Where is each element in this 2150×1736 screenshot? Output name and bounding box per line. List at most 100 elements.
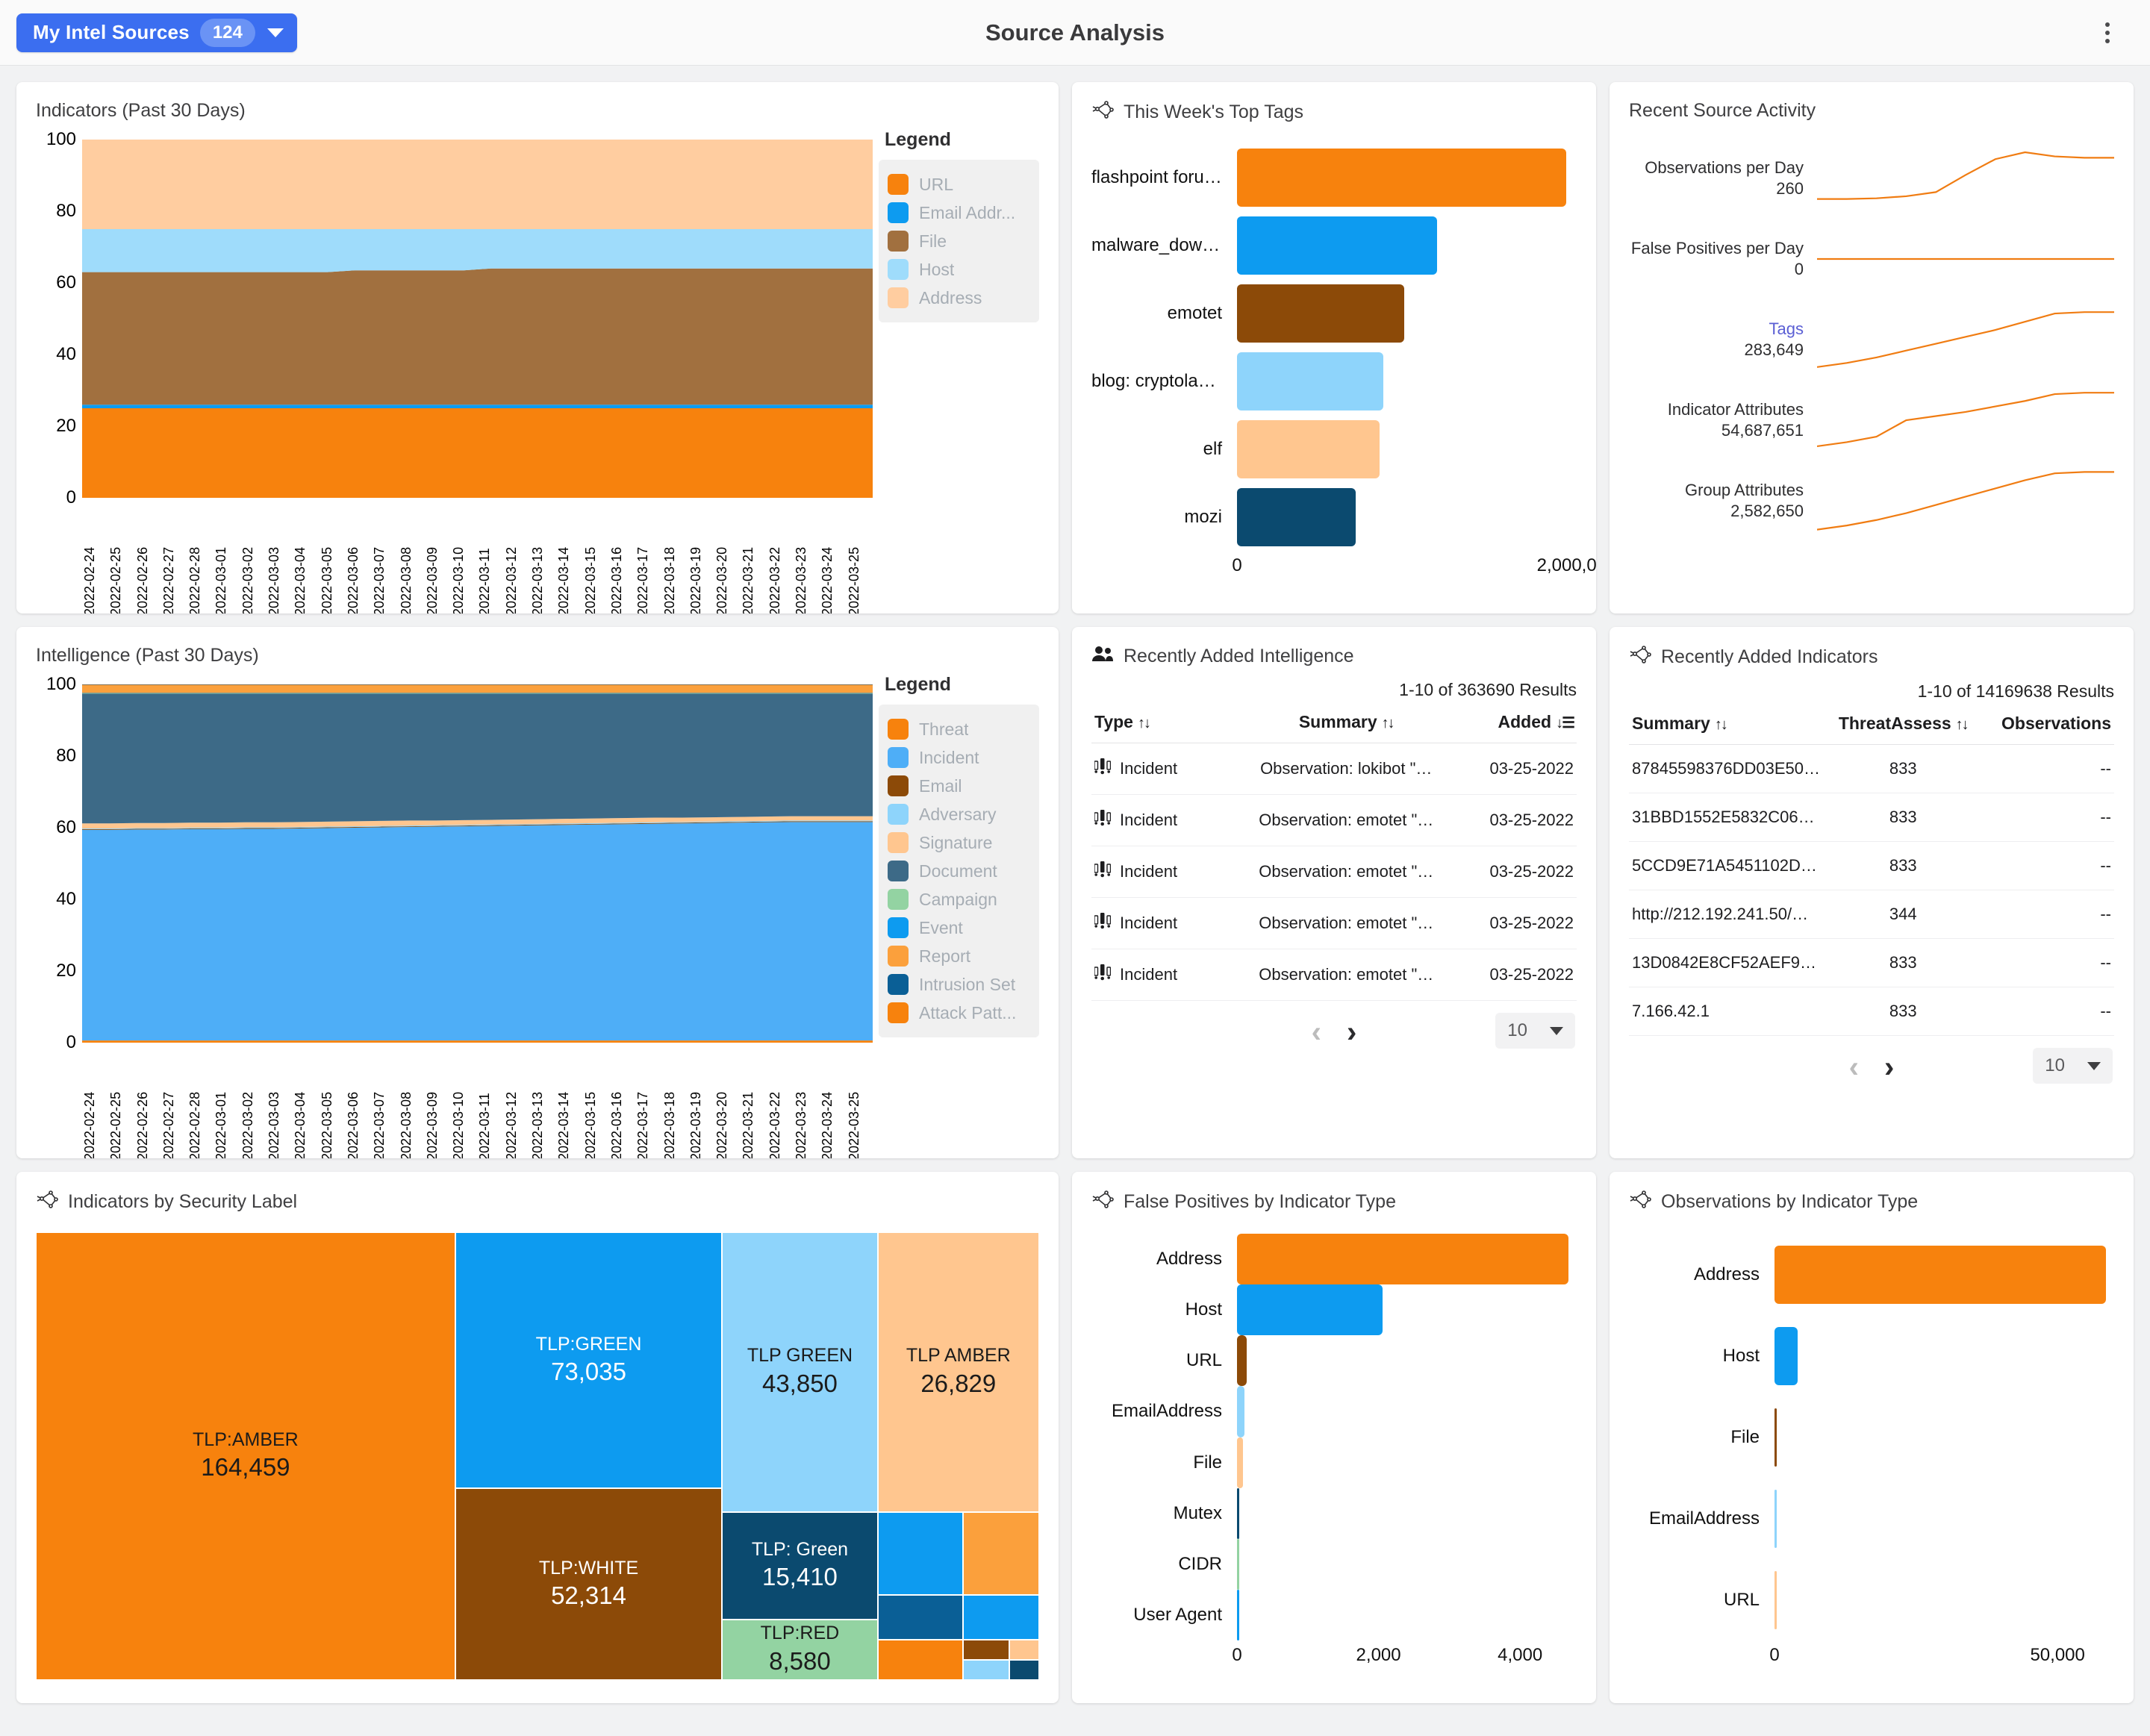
legend-item-host[interactable]: Host — [888, 255, 1030, 284]
legend-item-incident[interactable]: Incident — [888, 743, 1030, 772]
bar-fill[interactable] — [1774, 1326, 1798, 1385]
table-row[interactable]: 7.166.42.1 833 -- — [1629, 987, 2114, 1036]
table-row[interactable]: Incident Observation: emotet "… 03-25-2022 — [1091, 794, 1577, 846]
treemap-tile[interactable] — [962, 1660, 1009, 1680]
bar-fill[interactable] — [1237, 149, 1567, 207]
cell-summary-link[interactable]: Observation: emotet "… — [1251, 846, 1441, 898]
column-header-added[interactable]: Added ↓☰ — [1441, 705, 1577, 743]
treemap-tile[interactable] — [877, 1512, 963, 1595]
legend-item-document[interactable]: Document — [888, 857, 1030, 885]
table-row[interactable]: Incident Observation: emotet "… 03-25-2022 — [1091, 949, 1577, 1001]
column-header-type[interactable]: Type ↑↓ — [1091, 705, 1252, 743]
legend-item-file[interactable]: File — [888, 227, 1030, 255]
treemap-tile[interactable] — [1009, 1640, 1039, 1660]
bar-fill[interactable] — [1237, 487, 1356, 546]
card-title-row: Recently Added Intelligence — [1091, 645, 1577, 668]
legend-item-email-address[interactable]: Email Addr... — [888, 199, 1030, 227]
kebab-menu-icon[interactable] — [2101, 18, 2114, 48]
treemap-tile[interactable] — [962, 1512, 1039, 1595]
treemap-tile[interactable] — [962, 1595, 1039, 1640]
cell-summary-link[interactable]: Observation: emotet "… — [1251, 794, 1441, 846]
table-row[interactable]: 31BBD1552E5832C068… 833 -- — [1629, 793, 2114, 842]
column-header-threatassess[interactable]: ThreatAssess ↑↓ — [1823, 706, 1984, 745]
legend-item-url[interactable]: URL — [888, 170, 1030, 199]
legend-item-signature[interactable]: Signature — [888, 828, 1030, 857]
column-header-summary[interactable]: Summary ↑↓ — [1251, 705, 1441, 743]
page-size-select[interactable]: 10 — [2033, 1048, 2113, 1084]
treemap-tile-tlp-green[interactable]: TLP:GREEN 73,035 — [455, 1232, 723, 1489]
bar-fill[interactable] — [1237, 352, 1383, 410]
table-row[interactable]: 13D0842E8CF52AEF9C… 833 -- — [1629, 938, 2114, 987]
cell-summary-link[interactable]: 7.166.42.1 — [1629, 987, 1823, 1036]
bar-fill[interactable] — [1774, 1570, 1777, 1629]
bar-fill[interactable] — [1774, 1245, 2106, 1304]
bar-fill[interactable] — [1237, 284, 1405, 343]
table-row[interactable]: Incident Observation: emotet "… 03-25-2022 — [1091, 897, 1577, 949]
treemap-tile[interactable] — [962, 1640, 1009, 1660]
cell-summary-link[interactable]: Observation: emotet "… — [1251, 949, 1441, 1001]
treemap-tile-tlp-green[interactable]: TLP GREEN 43,850 — [722, 1232, 878, 1512]
legend-item-adversary[interactable]: Adversary — [888, 800, 1030, 828]
bar-fill[interactable] — [1237, 1284, 1383, 1336]
sort-icon[interactable]: ↑↓ — [1715, 716, 1728, 733]
previous-page-button[interactable]: ‹ — [1849, 1052, 1859, 1082]
bar-fill[interactable] — [1237, 1589, 1239, 1640]
bar-fill[interactable] — [1774, 1408, 1777, 1467]
sort-icon[interactable]: ↑↓ — [1382, 715, 1395, 731]
legend-swatch — [888, 747, 909, 768]
treemap-tile-tlp-white[interactable]: TLP:WHITE 52,314 — [455, 1488, 723, 1680]
column-header-observations[interactable]: Observations — [1983, 706, 2114, 745]
cell-threatassess: 833 — [1823, 938, 1984, 987]
table-row[interactable]: http://212.192.241.50/… 344 -- — [1629, 890, 2114, 939]
treemap-tile[interactable] — [1009, 1660, 1039, 1680]
treemap-tile-tlp-amber[interactable]: TLP AMBER 26,829 — [877, 1232, 1039, 1512]
bar-row: emotet — [1091, 284, 1577, 343]
bar-fill[interactable] — [1237, 1335, 1247, 1387]
treemap-tile[interactable] — [877, 1640, 963, 1680]
column-header-summary[interactable]: Summary ↑↓ — [1629, 706, 1823, 745]
cell-summary-link[interactable]: Observation: lokibot "… — [1251, 743, 1441, 795]
page-size-select[interactable]: 10 — [1495, 1013, 1575, 1049]
cell-summary-link[interactable]: Observation: emotet "… — [1251, 897, 1441, 949]
legend-item-event[interactable]: Event — [888, 914, 1030, 942]
legend-item-report[interactable]: Report — [888, 942, 1030, 970]
table-row[interactable]: Incident Observation: lokibot "… 03-25-202… — [1091, 743, 1577, 795]
treemap-tile[interactable] — [877, 1595, 963, 1640]
bar-fill[interactable] — [1237, 1487, 1239, 1539]
my-intel-sources-button[interactable]: My Intel Sources 124 — [16, 13, 297, 52]
table-row[interactable]: Incident Observation: emotet "… 03-25-2022 — [1091, 846, 1577, 898]
bar-fill[interactable] — [1237, 419, 1380, 478]
treemap-tile-tlp-red[interactable]: TLP:RED 8,580 — [722, 1620, 878, 1680]
sparkline-metric-name[interactable]: Tags — [1629, 319, 1804, 340]
legend-item-email[interactable]: Email — [888, 772, 1030, 800]
sort-icon[interactable]: ↑↓ — [1956, 716, 1969, 733]
legend-item-attack-pattern[interactable]: Attack Patt... — [888, 999, 1030, 1027]
treemap-tile-tlp-amber[interactable]: TLP:AMBER 164,459 — [36, 1232, 455, 1680]
sort-icon[interactable]: ↑↓ — [1138, 715, 1151, 731]
cell-summary-link[interactable]: http://212.192.241.50/… — [1629, 890, 1823, 939]
legend-item-campaign[interactable]: Campaign — [888, 885, 1030, 914]
next-page-button[interactable]: › — [1884, 1052, 1894, 1082]
bar-fill[interactable] — [1774, 1489, 1777, 1548]
bar-fill[interactable] — [1237, 1386, 1244, 1437]
x-tick-label: 2022-03-25 — [846, 1091, 861, 1158]
cell-summary-link[interactable]: 87845598376DD03E50… — [1629, 744, 1823, 793]
previous-page-button[interactable]: ‹ — [1312, 1017, 1321, 1047]
table-row[interactable]: 87845598376DD03E50… 833 -- — [1629, 744, 2114, 793]
x-tick-label: 2,000,000 — [1536, 555, 1596, 575]
cell-summary-link[interactable]: 31BBD1552E5832C068… — [1629, 793, 1823, 842]
legend-item-intrusion-set[interactable]: Intrusion Set — [888, 970, 1030, 999]
cell-summary-link[interactable]: 13D0842E8CF52AEF9C… — [1629, 938, 1823, 987]
bar-fill[interactable] — [1237, 1234, 1568, 1285]
legend-item-address[interactable]: Address — [888, 284, 1030, 312]
bar-track — [1237, 1234, 1577, 1285]
bar-fill[interactable] — [1237, 1538, 1239, 1590]
legend-item-threat[interactable]: Threat — [888, 715, 1030, 743]
cell-summary-link[interactable]: 5CCD9E71A5451102D… — [1629, 841, 1823, 890]
table-row[interactable]: 5CCD9E71A5451102D… 833 -- — [1629, 841, 2114, 890]
sort-icon[interactable]: ↓☰ — [1556, 715, 1575, 731]
treemap-tile-tlp-green[interactable]: TLP: Green 15,410 — [722, 1512, 878, 1620]
bar-fill[interactable] — [1237, 1437, 1243, 1488]
bar-fill[interactable] — [1237, 216, 1438, 275]
next-page-button[interactable]: › — [1347, 1017, 1356, 1047]
